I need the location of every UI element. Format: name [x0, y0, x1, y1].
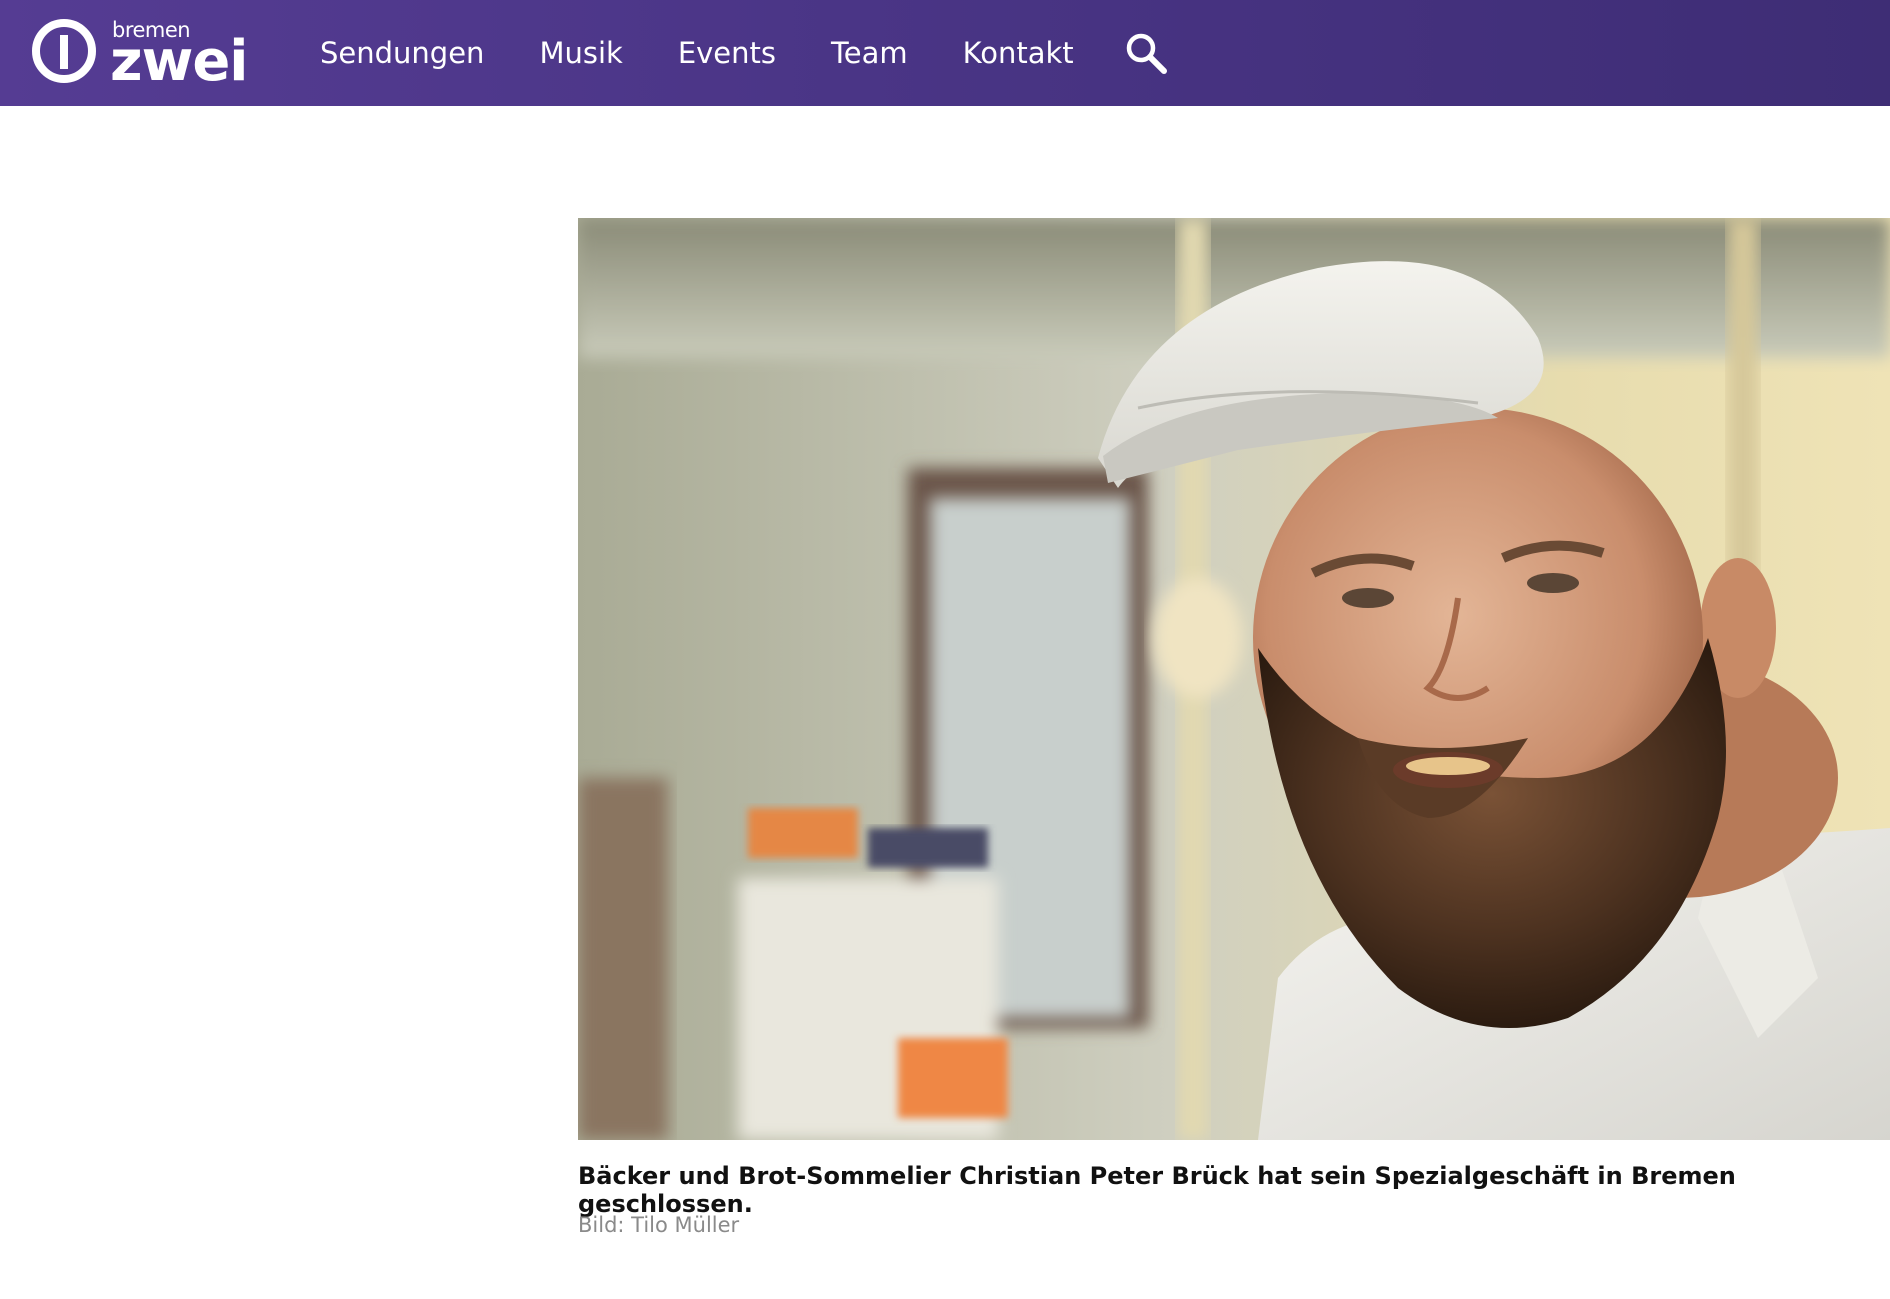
site-header: bremen zwei Sendungen Musik Events Team …	[0, 0, 1890, 106]
search-icon[interactable]	[1123, 30, 1169, 76]
baker-portrait-image	[578, 218, 1890, 1140]
article-photo	[578, 218, 1890, 1140]
logo-text-zwei: zwei	[110, 29, 249, 94]
image-caption: Bäcker und Brot-Sommelier Christian Pete…	[578, 1162, 1736, 1218]
nav-item-team[interactable]: Team	[831, 36, 908, 70]
bremen-zwei-logo[interactable]: bremen zwei	[30, 14, 250, 92]
image-credit: Bild: Tilo Müller	[578, 1213, 740, 1237]
nav-item-sendungen[interactable]: Sendungen	[320, 36, 484, 70]
nav-item-musik[interactable]: Musik	[539, 36, 622, 70]
main-navigation: Sendungen Musik Events Team Kontakt	[320, 0, 1169, 106]
logo-ring-icon	[32, 19, 96, 83]
nav-item-events[interactable]: Events	[678, 36, 776, 70]
nav-item-kontakt[interactable]: Kontakt	[963, 36, 1074, 70]
